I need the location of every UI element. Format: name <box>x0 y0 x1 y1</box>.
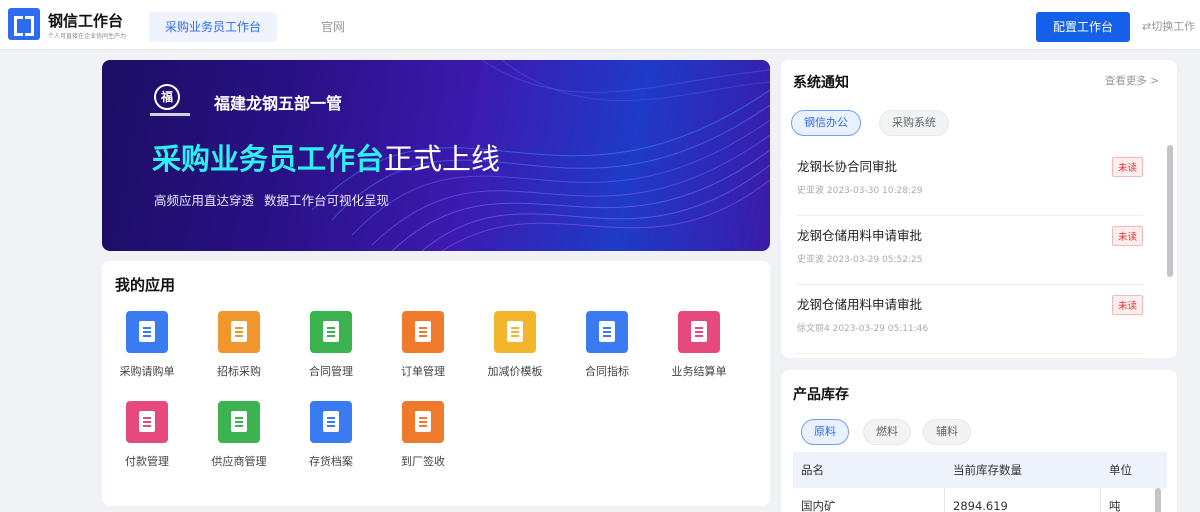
app-label: 存货档案 <box>309 455 353 468</box>
app-tender-purchase[interactable]: 招标采购 <box>203 311 275 379</box>
app-inventory-archive[interactable]: 存货档案 <box>295 401 367 469</box>
chart-icon <box>586 311 628 353</box>
stock-title: 产品库存 <box>793 387 849 403</box>
table-cell: 国内矿 <box>793 488 945 512</box>
stock-scrollbar[interactable] <box>1155 488 1161 512</box>
banner-title-highlight: 采购业务员工作台 <box>152 142 385 176</box>
app-business-settlement[interactable]: 业务结算单 <box>663 311 735 379</box>
tab-raw-materials[interactable]: 原料 <box>801 419 849 445</box>
notice-item-title: 龙钢长协合同审批 <box>797 159 898 174</box>
system-notice-panel: 系统通知 查看更多 > 钢信办公 采购系统 龙钢长协合同审批 史亚波 2023-… <box>781 60 1177 358</box>
column-header: 当前库存数量 <box>953 463 1022 477</box>
app-contract-management[interactable]: 合同管理 <box>295 311 367 379</box>
app-label: 合同指标 <box>585 365 629 378</box>
notice-scrollbar[interactable] <box>1167 145 1173 277</box>
unread-badge: 未读 <box>1111 157 1143 177</box>
notice-item-meta: 史亚波 2023-03-30 10:28:29 <box>797 186 923 196</box>
notice-item-title: 龙钢仓储用料申请审批 <box>797 228 923 243</box>
column-header: 品名 <box>801 463 824 477</box>
app-label: 付款管理 <box>125 455 169 468</box>
banner-subtitle: 高频应用直达穿透 数据工作台可视化呈现 <box>154 193 389 208</box>
app-contract-indicators[interactable]: 合同指标 <box>571 311 643 379</box>
app-label: 订单管理 <box>401 365 445 378</box>
yen-doc-icon <box>678 311 720 353</box>
tab-auxiliary[interactable]: 辅料 <box>923 419 971 445</box>
order-icon <box>402 311 444 353</box>
clipboard-icon <box>218 311 260 353</box>
table-row[interactable]: 国内矿 2894.619 吨 <box>793 488 1167 512</box>
promo-banner[interactable]: 福 福建龙钢五部一管 采购业务员工作台正式上线 高频应用直达穿透 数据工作台可视… <box>102 60 770 251</box>
app-label: 供应商管理 <box>211 455 267 468</box>
banner-company-name: 福建龙钢五部一管 <box>214 94 343 113</box>
inbox-icon <box>310 401 352 443</box>
app-arrival-signoff[interactable]: 到厂签收 <box>387 401 459 469</box>
top-bar: 钢信工作台 个人可直接在企业协同生产力 采购业务员工作台 官网 配置工作台 ⇄切… <box>0 0 1200 50</box>
app-payment-management[interactable]: 付款管理 <box>111 401 183 469</box>
notice-item-meta: 徐文丽4 2023-03-29 05:11:46 <box>797 324 929 334</box>
app-label: 业务结算单 <box>671 365 727 378</box>
contract-icon <box>310 311 352 353</box>
app-purchase-requisition[interactable]: 采购请购单 <box>111 311 183 379</box>
app-price-adjust-template[interactable]: 加减价模板 <box>479 311 551 379</box>
notice-title: 系统通知 <box>793 75 849 91</box>
banner-title: 采购业务员工作台正式上线 <box>152 136 500 178</box>
tab-gangxin-office[interactable]: 钢信办公 <box>791 110 861 136</box>
app-order-management[interactable]: 订单管理 <box>387 311 459 379</box>
view-more-link[interactable]: 查看更多 > <box>1105 73 1159 88</box>
stock-table-header: 品名 当前库存数量 单位 <box>793 452 1167 488</box>
notice-item-title: 龙钢仓储用料申请审批 <box>797 297 923 312</box>
notice-item-meta: 史亚波 2023-03-29 05:52:25 <box>797 255 923 265</box>
edit-doc-icon <box>126 311 168 353</box>
brand-tagline: 个人可直接在企业协同生产力 <box>48 33 127 40</box>
app-label: 到厂签收 <box>401 455 445 468</box>
brand-name: 钢信工作台 <box>48 12 124 30</box>
banner-title-rest: 正式上线 <box>384 142 501 176</box>
app-supplier-management[interactable]: 供应商管理 <box>203 401 275 469</box>
notice-item[interactable]: 龙钢仓储用料申请审批 史亚波 2023-03-29 05:52:25 未读 <box>797 217 1143 285</box>
switch-workbench-link[interactable]: ⇄切换工作 <box>1142 12 1195 42</box>
column-header: 单位 <box>1109 463 1132 477</box>
unread-badge: 未读 <box>1111 295 1143 315</box>
table-cell: 2894.619 <box>945 488 1101 512</box>
my-apps-title: 我的应用 <box>115 276 176 294</box>
product-stock-panel: 产品库存 原料 燃料 辅料 品名 当前库存数量 单位 国内矿 2894.619 … <box>781 370 1177 512</box>
tab-purchasing-workbench[interactable]: 采购业务员工作台 <box>149 12 278 42</box>
unread-badge: 未读 <box>1111 226 1143 246</box>
tab-fuel[interactable]: 燃料 <box>863 419 911 445</box>
supplier-icon <box>218 401 260 443</box>
app-label: 合同管理 <box>309 365 353 378</box>
template-icon <box>494 311 536 353</box>
notice-item[interactable]: 龙钢仓储用料申请审批 徐文丽4 2023-03-29 05:11:46 未读 <box>797 286 1143 354</box>
receipt-icon <box>402 401 444 443</box>
payment-icon <box>126 401 168 443</box>
emblem-caption-decoration <box>150 113 190 116</box>
tab-official-site[interactable]: 官网 <box>305 12 361 42</box>
tab-purchase-system[interactable]: 采购系统 <box>879 110 949 136</box>
notice-item[interactable]: 龙钢长协合同审批 史亚波 2023-03-30 10:28:29 未读 <box>797 148 1143 216</box>
app-label: 加减价模板 <box>487 365 543 378</box>
app-label: 招标采购 <box>217 365 261 378</box>
configure-workbench-button[interactable]: 配置工作台 <box>1036 12 1130 42</box>
app-logo-icon <box>8 8 40 40</box>
my-apps-panel: 我的应用 采购请购单 招标采购 合同管理 订单管理 加减价模板 合同指标 业务结… <box>102 261 770 506</box>
app-label: 采购请购单 <box>119 365 175 378</box>
company-emblem-icon: 福 <box>154 84 180 110</box>
